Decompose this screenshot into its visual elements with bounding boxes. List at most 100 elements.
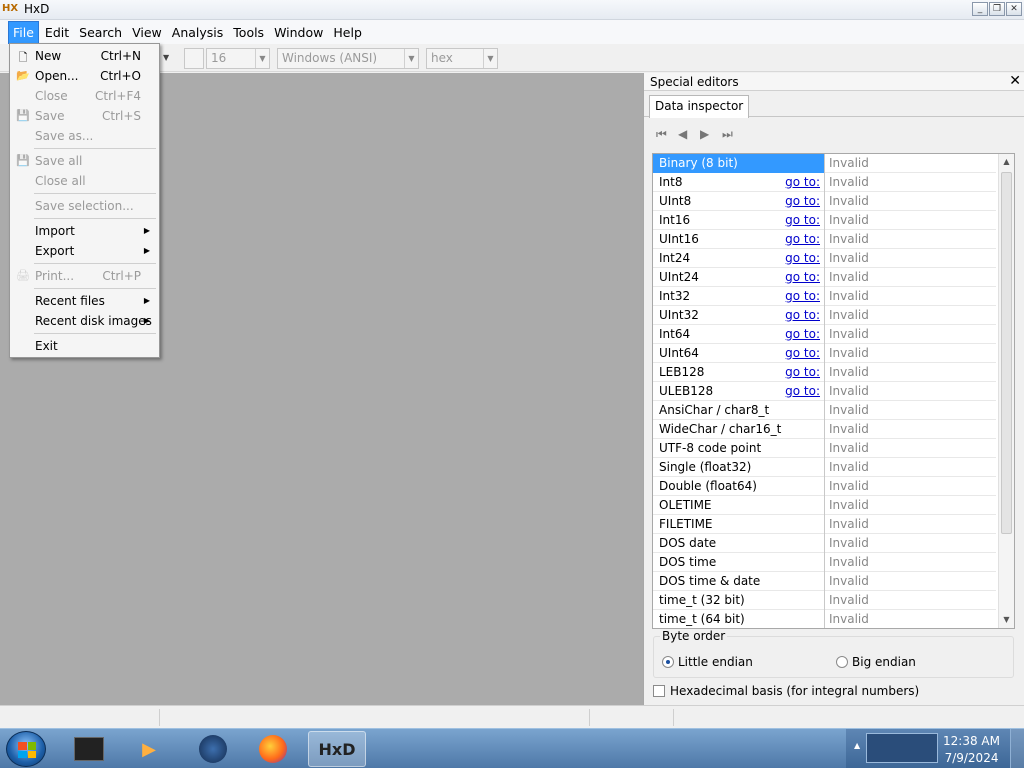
inspector-value[interactable]: Invalid: [829, 289, 869, 303]
inspector-value[interactable]: Invalid: [829, 574, 869, 588]
file-menu-exit[interactable]: Exit: [12, 336, 157, 356]
inspector-value[interactable]: Invalid: [829, 536, 869, 550]
taskbar-media-player[interactable]: ▶: [120, 731, 178, 767]
goto-link[interactable]: go to:: [785, 289, 820, 303]
dropdown-arrow-icon[interactable]: ▼: [163, 53, 169, 62]
taskbar-thunderbird[interactable]: [184, 731, 242, 767]
inspector-row[interactable]: Int16 go to: Invalid: [653, 211, 996, 230]
show-desktop-button[interactable]: [1010, 729, 1024, 768]
inspector-value[interactable]: Invalid: [829, 479, 869, 493]
inspector-value[interactable]: Invalid: [829, 422, 869, 436]
menu-file[interactable]: File: [8, 20, 39, 44]
inspector-row[interactable]: AnsiChar / char8_t Invalid: [653, 401, 996, 420]
inspector-row[interactable]: UInt8 go to: Invalid: [653, 192, 996, 211]
inspector-row[interactable]: Double (float64) Invalid: [653, 477, 996, 496]
goto-link[interactable]: go to:: [785, 270, 820, 284]
goto-link[interactable]: go to:: [785, 365, 820, 379]
inspector-value[interactable]: Invalid: [829, 156, 869, 170]
scroll-down-icon[interactable]: ▼: [999, 612, 1014, 628]
inspector-row[interactable]: Int64 go to: Invalid: [653, 325, 996, 344]
inspector-value[interactable]: Invalid: [829, 270, 869, 284]
file-menu-open[interactable]: 📂 Open... Ctrl+O: [12, 66, 157, 86]
inspector-row[interactable]: Single (float32) Invalid: [653, 458, 996, 477]
goto-link[interactable]: go to:: [785, 384, 820, 398]
inspector-row[interactable]: OLETIME Invalid: [653, 496, 996, 515]
inspector-value[interactable]: Invalid: [829, 517, 869, 531]
goto-link[interactable]: go to:: [785, 232, 820, 246]
start-button[interactable]: [6, 731, 46, 767]
minimize-button[interactable]: _: [972, 2, 988, 16]
inspector-row[interactable]: ULEB128 go to: Invalid: [653, 382, 996, 401]
inspector-row[interactable]: Binary (8 bit) Invalid: [653, 154, 996, 173]
inspector-row[interactable]: Int32 go to: Invalid: [653, 287, 996, 306]
goto-link[interactable]: go to:: [785, 308, 820, 322]
inspector-value[interactable]: Invalid: [829, 365, 869, 379]
menu-tools[interactable]: Tools: [229, 22, 268, 43]
file-menu-new[interactable]: 🗋 New Ctrl+N: [12, 46, 157, 66]
inspector-row[interactable]: UTF-8 code point Invalid: [653, 439, 996, 458]
tab-data-inspector[interactable]: Data inspector: [649, 95, 750, 118]
goto-link[interactable]: go to:: [785, 327, 820, 341]
bytes-per-row-select[interactable]: 16 ▼: [206, 48, 270, 69]
charset-select[interactable]: Windows (ANSI) ▼: [277, 48, 419, 69]
next-icon[interactable]: ▶: [700, 127, 714, 141]
inspector-row[interactable]: UInt64 go to: Invalid: [653, 344, 996, 363]
inspector-row[interactable]: Int8 go to: Invalid: [653, 173, 996, 192]
scroll-thumb[interactable]: [1001, 172, 1012, 534]
taskbar-firefox[interactable]: [244, 731, 302, 767]
goto-link[interactable]: go to:: [785, 175, 820, 189]
inspector-row[interactable]: DOS time Invalid: [653, 553, 996, 572]
menu-window[interactable]: Window: [270, 22, 327, 43]
scroll-up-icon[interactable]: ▲: [999, 154, 1014, 170]
menu-help[interactable]: Help: [329, 22, 366, 43]
inspector-value[interactable]: Invalid: [829, 308, 869, 322]
goto-link[interactable]: go to:: [785, 251, 820, 265]
inspector-value[interactable]: Invalid: [829, 593, 869, 607]
goto-link[interactable]: go to:: [785, 194, 820, 208]
inspector-value[interactable]: Invalid: [829, 175, 869, 189]
goto-link[interactable]: go to:: [785, 346, 820, 360]
inspector-row[interactable]: DOS time & date Invalid: [653, 572, 996, 591]
goto-link[interactable]: go to:: [785, 213, 820, 227]
first-icon[interactable]: ⏮: [656, 127, 670, 141]
inspector-row[interactable]: FILETIME Invalid: [653, 515, 996, 534]
network-icon[interactable]: [866, 733, 938, 763]
taskbar-hxd[interactable]: HxD: [308, 731, 366, 767]
file-menu-export[interactable]: Export ▶: [12, 241, 157, 261]
close-panel-icon[interactable]: ✕: [1009, 73, 1021, 89]
inspector-value[interactable]: Invalid: [829, 403, 869, 417]
menu-edit[interactable]: Edit: [41, 22, 73, 43]
inspector-value[interactable]: Invalid: [829, 251, 869, 265]
inspector-row[interactable]: UInt24 go to: Invalid: [653, 268, 996, 287]
menu-search[interactable]: Search: [75, 22, 126, 43]
previous-icon[interactable]: ◀: [678, 127, 692, 141]
close-window-button[interactable]: ✕: [1006, 2, 1022, 16]
inspector-row[interactable]: UInt32 go to: Invalid: [653, 306, 996, 325]
inspector-value[interactable]: Invalid: [829, 194, 869, 208]
inspector-value[interactable]: Invalid: [829, 384, 869, 398]
inspector-value[interactable]: Invalid: [829, 460, 869, 474]
inspector-value[interactable]: Invalid: [829, 232, 869, 246]
inspector-value[interactable]: Invalid: [829, 612, 869, 626]
big-endian-radio[interactable]: Big endian: [836, 655, 916, 669]
inspector-row[interactable]: time_t (32 bit) Invalid: [653, 591, 996, 610]
inspector-row[interactable]: LEB128 go to: Invalid: [653, 363, 996, 382]
hex-basis-checkbox[interactable]: Hexadecimal basis (for integral numbers): [653, 684, 919, 698]
inspector-value[interactable]: Invalid: [829, 346, 869, 360]
taskbar-terminal[interactable]: [60, 731, 118, 767]
offset-base-select[interactable]: hex ▼: [426, 48, 498, 69]
show-hidden-icons-icon[interactable]: ▲: [854, 741, 860, 750]
inspector-row[interactable]: DOS date Invalid: [653, 534, 996, 553]
inspector-row[interactable]: UInt16 go to: Invalid: [653, 230, 996, 249]
inspector-value[interactable]: Invalid: [829, 555, 869, 569]
restore-button[interactable]: ❐: [989, 2, 1005, 16]
file-menu-import[interactable]: Import ▶: [12, 221, 157, 241]
inspector-value[interactable]: Invalid: [829, 327, 869, 341]
menu-analysis[interactable]: Analysis: [168, 22, 228, 43]
file-menu-recent-disk-images[interactable]: Recent disk images ▶: [12, 311, 157, 331]
file-menu-recent-files[interactable]: Recent files ▶: [12, 291, 157, 311]
inspector-value[interactable]: Invalid: [829, 213, 869, 227]
last-icon[interactable]: ⏭: [722, 127, 736, 141]
menu-view[interactable]: View: [128, 22, 166, 43]
clock[interactable]: 12:38 AM 7/9/2024: [943, 733, 1000, 767]
